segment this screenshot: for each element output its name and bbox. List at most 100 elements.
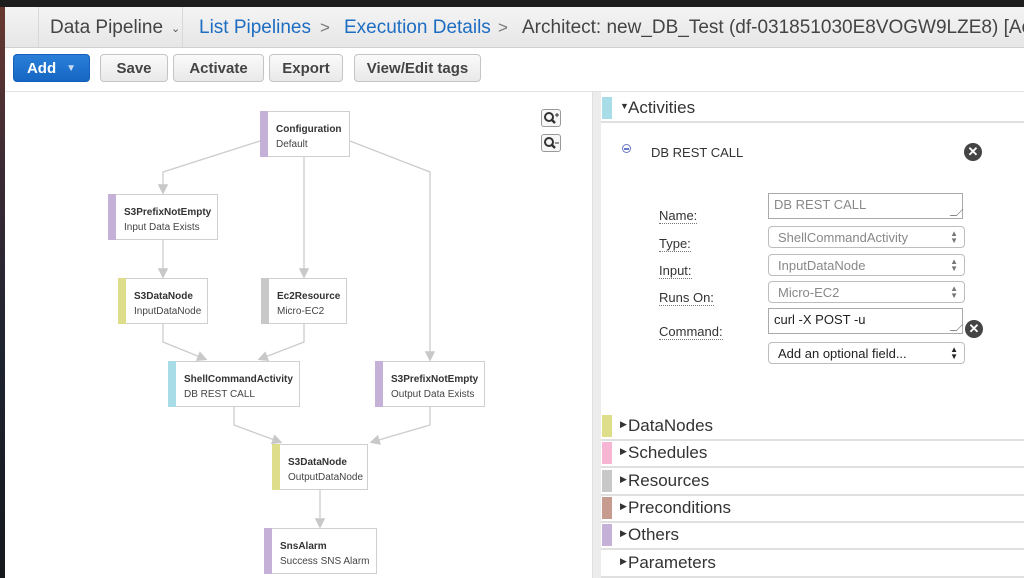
section-others[interactable]: ▶ Others xyxy=(601,522,1024,551)
runs-on-label: Runs On: xyxy=(659,290,714,306)
graph-edge-configuration-to-input-exists xyxy=(157,140,261,195)
graph-edge-configuration-to-output-exists xyxy=(349,140,436,362)
breadcrumb-list-pipelines[interactable]: List Pipelines xyxy=(199,17,311,39)
section-schedules[interactable]: ▶ Schedules xyxy=(601,440,1024,469)
resize-handle-icon[interactable] xyxy=(949,324,964,331)
delete-object-icon[interactable]: ✕ xyxy=(964,143,982,161)
graph-node-shell[interactable]: ShellCommandActivity DB REST CALL xyxy=(168,361,300,407)
command-field[interactable]: curl -X POST -u xyxy=(768,308,964,334)
graph-node-output-node[interactable]: S3DataNode OutputDataNode xyxy=(272,444,368,490)
zoom-in-button[interactable] xyxy=(541,109,561,127)
select-arrows-icon: ▲ ▼ xyxy=(950,257,958,273)
node-name: DB REST CALL xyxy=(184,389,255,400)
node-category-stripe xyxy=(168,361,176,407)
runs-on-select[interactable]: Micro-EC2 ▲ ▼ xyxy=(768,281,965,303)
activity-object-title: DB REST CALL xyxy=(651,145,744,160)
breadcrumb-separator-icon: > xyxy=(498,18,508,37)
section-preconditions[interactable]: ▶ Preconditions xyxy=(601,495,1024,523)
runs-on-value: Micro-EC2 xyxy=(778,285,840,300)
graph-node-configuration[interactable]: Configuration Default xyxy=(260,111,350,157)
command-label: Command: xyxy=(659,324,723,340)
activity-object-header: DB REST CALL ✕ xyxy=(601,139,1024,163)
node-type: S3DataNode xyxy=(134,291,193,302)
datanodes-color-swatch xyxy=(602,415,612,437)
node-name: Default xyxy=(276,139,308,150)
input-select[interactable]: InputDataNode ▲ ▼ xyxy=(768,254,965,276)
resources-color-swatch xyxy=(602,469,612,492)
chevron-down-icon: ⌄ xyxy=(171,22,181,35)
section-label: Others xyxy=(628,525,680,545)
view-edit-tags-button[interactable]: View/Edit tags xyxy=(354,54,481,82)
node-category-stripe xyxy=(260,111,268,157)
breadcrumb-execution-details[interactable]: Execution Details xyxy=(344,17,491,39)
zoom-in-icon xyxy=(544,112,559,124)
type-label: Type: xyxy=(659,236,691,252)
node-type: ShellCommandActivity xyxy=(184,374,293,385)
nav-divider xyxy=(38,7,39,47)
select-arrows-icon: ▲ ▼ xyxy=(950,345,958,361)
service-menu[interactable]: Data Pipeline ⌄ xyxy=(50,17,180,39)
section-label: DataNodes xyxy=(628,416,714,435)
remove-command-field-icon[interactable]: ✕ xyxy=(965,320,983,338)
command-value: curl -X POST -u xyxy=(774,312,866,327)
select-arrows-icon: ▲ ▼ xyxy=(950,229,958,245)
node-name: Input Data Exists xyxy=(124,222,200,233)
node-name: Micro-EC2 xyxy=(277,306,325,317)
node-category-stripe xyxy=(264,528,272,574)
toolbar: Add ▼ Save Activate Export View/Edit tag… xyxy=(5,47,1024,92)
zoom-out-button[interactable] xyxy=(541,134,561,152)
name-value: DB REST CALL xyxy=(774,197,867,212)
node-name: Success SNS Alarm xyxy=(280,556,370,567)
input-label: Input: xyxy=(659,263,692,279)
nav-divider xyxy=(182,7,183,47)
name-label: Name: xyxy=(659,208,698,224)
section-label: Activities xyxy=(628,98,696,117)
collapse-icon[interactable] xyxy=(622,144,631,153)
node-category-stripe xyxy=(261,278,269,324)
navigation-bar: Data Pipeline ⌄ List Pipelines > Executi… xyxy=(5,7,1024,48)
name-field[interactable]: DB REST CALL xyxy=(768,193,964,219)
graph-edge-output-exists-to-output-node xyxy=(369,407,431,445)
type-select[interactable]: ShellCommandActivity ▲ ▼ xyxy=(768,226,965,248)
breadcrumb-current-pipeline: Architect: new_DB_Test (df-031851030E8VO… xyxy=(522,17,1024,38)
window-top-edge xyxy=(0,0,1024,7)
graph-edges xyxy=(157,140,436,529)
breadcrumb-separator-icon: > xyxy=(320,18,330,37)
schedules-color-swatch xyxy=(602,442,612,465)
section-label: Schedules xyxy=(628,443,708,463)
activities-color-swatch xyxy=(602,97,612,119)
parameters-color-swatch xyxy=(602,552,612,574)
graph-edge-ec2-to-shell xyxy=(257,324,305,362)
activate-button[interactable]: Activate xyxy=(173,54,264,82)
pipeline-graph-canvas[interactable]: Configuration Default S3PrefixNotEmpty Inpu… xyxy=(5,92,592,578)
add-button[interactable]: Add ▼ xyxy=(13,54,90,82)
node-category-stripe xyxy=(272,444,280,490)
section-activities[interactable]: ▼ Activities xyxy=(601,95,1024,123)
triangle-right-icon: ▶ xyxy=(620,473,627,484)
graph-node-input-node[interactable]: S3DataNode InputDataNode xyxy=(118,278,208,324)
graph-node-ec2[interactable]: Ec2Resource Micro-EC2 xyxy=(261,278,347,324)
node-name: OutputDataNode xyxy=(288,472,364,483)
add-optional-field-select[interactable]: Add an optional field... ▲ ▼ xyxy=(768,342,965,364)
graph-node-output-exists[interactable]: S3PrefixNotEmpty Output Data Exists xyxy=(375,361,485,407)
export-button[interactable]: Export xyxy=(269,54,343,82)
triangle-right-icon: ▶ xyxy=(620,419,627,429)
input-value: InputDataNode xyxy=(778,258,866,273)
select-arrows-icon: ▲ ▼ xyxy=(950,284,958,300)
node-type: S3PrefixNotEmpty xyxy=(391,374,479,385)
section-label: Resources xyxy=(628,470,710,490)
service-name: Data Pipeline xyxy=(50,17,164,38)
section-label: Parameters xyxy=(628,552,716,572)
node-type: S3PrefixNotEmpty xyxy=(124,207,212,218)
resize-handle-icon[interactable] xyxy=(949,209,964,216)
node-type: S3DataNode xyxy=(288,457,347,468)
graph-node-sns[interactable]: SnsAlarm Success SNS Alarm xyxy=(264,528,377,574)
graph-node-input-exists[interactable]: S3PrefixNotEmpty Input Data Exists xyxy=(108,194,218,240)
section-parameters[interactable]: ▶ Parameters xyxy=(601,550,1024,578)
section-label: Preconditions xyxy=(628,497,732,517)
section-resources[interactable]: ▶ Resources xyxy=(601,468,1024,496)
save-button[interactable]: Save xyxy=(100,54,168,82)
section-datanodes[interactable]: ▶ DataNodes xyxy=(601,413,1024,441)
app-window: Data Pipeline ⌄ List Pipelines > Executi… xyxy=(5,7,1024,578)
node-type: Configuration xyxy=(276,124,342,135)
